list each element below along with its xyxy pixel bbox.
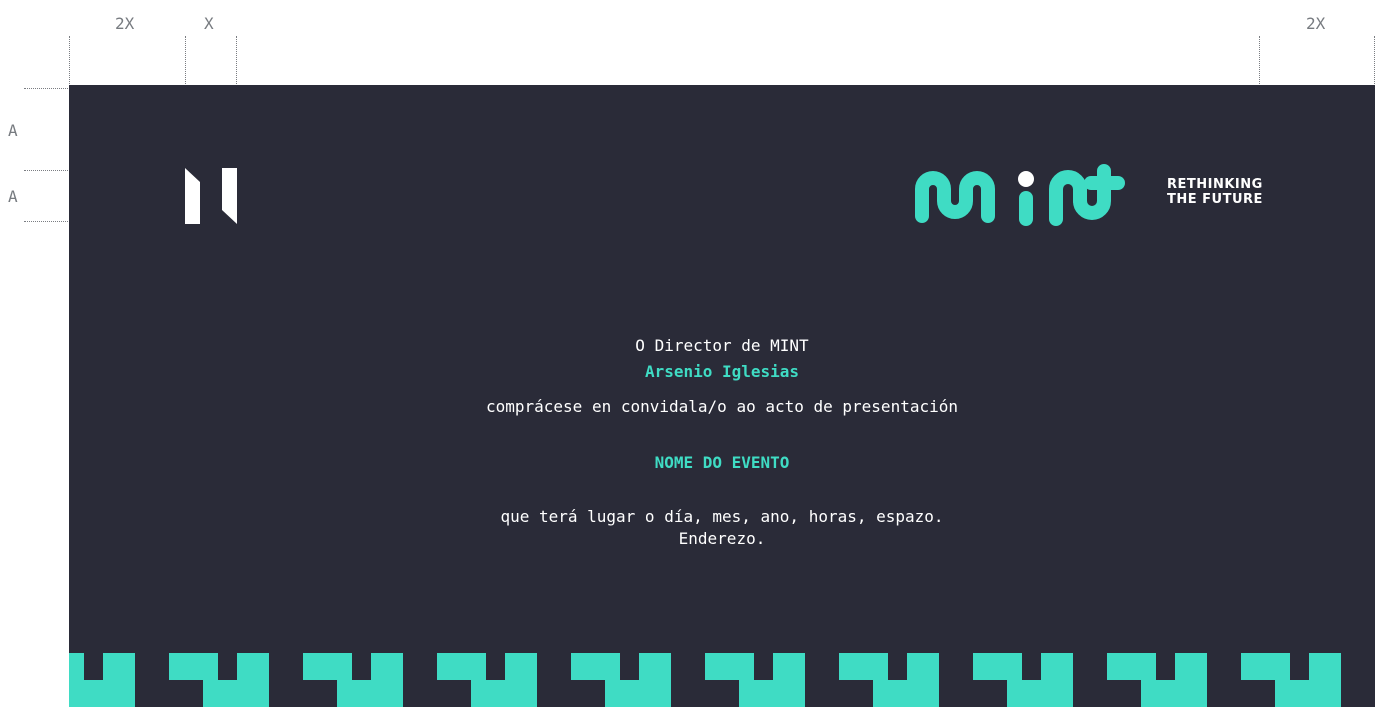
pattern-block — [218, 680, 237, 707]
brand-tagline: RETHINKING THE FUTURE — [1167, 177, 1263, 207]
pattern-block — [739, 653, 754, 707]
pattern-block — [203, 653, 218, 707]
pattern-block — [1290, 680, 1309, 707]
pattern-block — [69, 653, 84, 707]
pattern-block — [169, 653, 203, 680]
event-address: Enderezo. — [678, 529, 766, 548]
pattern-block — [571, 653, 605, 680]
guide-label-a-top: A — [8, 121, 18, 140]
pattern-block — [888, 680, 907, 707]
pattern-block — [371, 653, 403, 707]
invitation-line-invite: comprácese en convidala/o ao acto de pre… — [485, 397, 958, 416]
pattern-block — [873, 653, 888, 707]
pattern-block — [1275, 653, 1290, 707]
invitation-host-name: Arsenio Iglesias — [644, 362, 800, 381]
pattern-block — [505, 653, 537, 707]
guide-label-x: X — [204, 14, 214, 33]
pattern-block — [620, 680, 639, 707]
guide-label-a-bottom: A — [8, 187, 18, 206]
pixel-pattern-border — [69, 653, 1341, 707]
pattern-block — [705, 653, 739, 680]
pattern-block — [754, 680, 773, 707]
event-name: NOME DO EVENTO — [654, 453, 790, 472]
pattern-block — [1007, 653, 1022, 707]
pattern-block — [352, 680, 371, 707]
pattern-block — [1175, 653, 1207, 707]
pattern-block — [437, 653, 471, 680]
pattern-block — [839, 653, 873, 680]
guide-label-right-2x: 2X — [1306, 14, 1326, 33]
pattern-block — [639, 653, 671, 707]
pattern-block — [1241, 653, 1275, 680]
pattern-block — [1309, 653, 1341, 707]
pattern-block — [103, 653, 135, 707]
tagline-line-2: THE FUTURE — [1167, 192, 1263, 207]
pattern-block — [973, 653, 1007, 680]
pattern-block — [1107, 653, 1141, 680]
pattern-block — [471, 653, 486, 707]
invitation-line-director: O Director de MINT — [635, 336, 809, 355]
pattern-block — [773, 653, 805, 707]
pattern-block — [337, 653, 352, 707]
invitation-card: RETHINKING THE FUTURE O Director de MINT… — [69, 85, 1375, 707]
pattern-block — [1156, 680, 1175, 707]
pattern-block — [237, 653, 269, 707]
pattern-block — [486, 680, 505, 707]
pattern-block — [605, 653, 620, 707]
brand-mark-icon — [185, 168, 237, 224]
mint-wordmark-icon — [915, 164, 1125, 226]
pattern-block — [303, 653, 337, 680]
tagline-line-1: RETHINKING — [1167, 177, 1263, 192]
pattern-block — [907, 653, 939, 707]
pattern-block — [1022, 680, 1041, 707]
pattern-block — [84, 680, 103, 707]
pattern-block — [1041, 653, 1073, 707]
pattern-block — [1141, 653, 1156, 707]
event-details: que terá lugar o día, mes, ano, horas, e… — [500, 507, 944, 526]
guide-label-left-2x: 2X — [115, 14, 135, 33]
